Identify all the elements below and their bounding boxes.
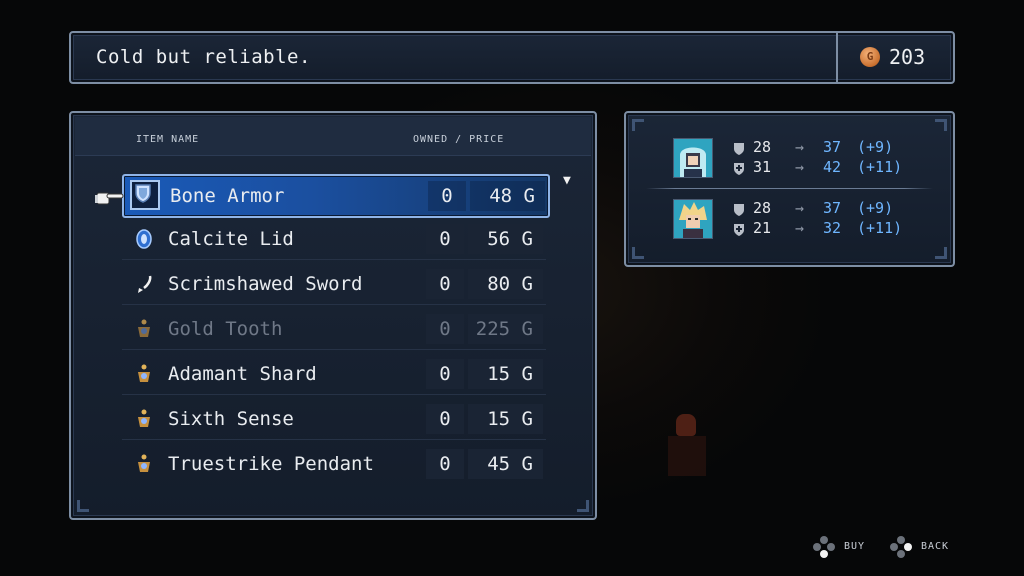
corner-ornament xyxy=(77,500,89,512)
list-header: Item name Owned / Price xyxy=(75,117,591,156)
stat-comparison-panel: 28 → 37 (+9) 31 → 42 (+11) 28 → 37 (+9) … xyxy=(624,111,955,267)
divider xyxy=(646,188,933,189)
corner-ornament xyxy=(935,119,947,131)
gamepad-buttons-icon xyxy=(812,535,836,559)
owned-count: 0 xyxy=(439,273,451,295)
price-cell: 48 G xyxy=(470,181,545,211)
armor-icon xyxy=(130,180,160,210)
owned-cell: 0 xyxy=(426,314,464,344)
character-stats: 28 → 37 (+9) 31 → 42 (+11) xyxy=(673,138,913,182)
item-name: Calcite Lid xyxy=(168,228,294,250)
list-item-unaffordable[interactable]: Gold Tooth 0 225 G xyxy=(122,309,546,350)
owned-count: 0 xyxy=(439,228,451,250)
owned-cell: 0 xyxy=(426,224,464,254)
stat-arrow: → xyxy=(795,219,805,237)
owned-count: 0 xyxy=(439,363,451,385)
gold-coin-icon: G xyxy=(860,47,880,67)
gamepad-buttons-icon xyxy=(889,535,913,559)
owned-cell: 0 xyxy=(426,449,464,479)
shield-icon xyxy=(133,228,155,250)
stat-diff: (+11) xyxy=(857,158,903,176)
gold-amount: 203 xyxy=(889,45,926,69)
buy-label: Buy xyxy=(844,541,866,552)
corner-ornament xyxy=(632,247,644,259)
stat-current: 31 xyxy=(753,158,772,176)
stat-arrow: → xyxy=(795,199,805,217)
background-brazier xyxy=(668,436,706,476)
corner-ornament xyxy=(935,247,947,259)
owned-count: 0 xyxy=(439,318,451,340)
corner-ornament xyxy=(632,119,644,131)
price-cell: 15 G xyxy=(468,359,543,389)
list-item[interactable]: Sixth Sense 0 15 G xyxy=(122,399,546,440)
price-cell: 45 G xyxy=(468,449,543,479)
stat-current: 28 xyxy=(753,199,772,217)
trinket-icon xyxy=(133,318,155,340)
stat-new: 32 xyxy=(823,219,842,237)
list-item[interactable]: Scrimshawed Sword 0 80 G xyxy=(122,264,546,305)
item-price: 15 G xyxy=(487,363,533,385)
list-item[interactable]: Adamant Shard 0 15 G xyxy=(122,354,546,395)
column-header-name: Item name xyxy=(136,134,200,145)
item-name: Scrimshawed Sword xyxy=(168,273,363,295)
pointer-hand-icon xyxy=(95,188,125,208)
list-item-selected[interactable]: Bone Armor 0 48 G xyxy=(122,174,550,218)
owned-cell: 0 xyxy=(428,181,466,211)
magic-defense-icon xyxy=(733,222,745,236)
owned-count: 0 xyxy=(439,408,451,430)
item-name: Sixth Sense xyxy=(168,408,294,430)
item-name: Gold Tooth xyxy=(168,318,283,340)
sword-icon xyxy=(133,273,155,295)
trinket-icon xyxy=(133,363,155,385)
item-price: 48 G xyxy=(489,185,535,207)
stat-diff: (+11) xyxy=(857,219,903,237)
stat-current: 21 xyxy=(753,219,772,237)
price-cell: 15 G xyxy=(468,404,543,434)
stat-new: 37 xyxy=(823,199,842,217)
owned-cell: 0 xyxy=(426,269,464,299)
magic-defense-icon xyxy=(733,161,745,175)
description-panel: Cold but reliable. G 203 xyxy=(69,31,955,84)
teal-hair-portrait xyxy=(673,138,713,178)
stat-new: 42 xyxy=(823,158,842,176)
character-stats: 28 → 37 (+9) 21 → 32 (+11) xyxy=(673,199,913,243)
physical-defense-icon xyxy=(733,202,745,216)
owned-count: 0 xyxy=(441,185,453,207)
item-price: 80 G xyxy=(487,273,533,295)
price-cell: 56 G xyxy=(468,224,543,254)
stat-arrow: → xyxy=(795,138,805,156)
stat-new: 37 xyxy=(823,138,842,156)
owned-cell: 0 xyxy=(426,404,464,434)
owned-count: 0 xyxy=(439,453,451,475)
item-description: Cold but reliable. xyxy=(96,46,311,68)
trinket-icon xyxy=(133,408,155,430)
item-name: Bone Armor xyxy=(170,185,285,207)
list-item[interactable]: Truestrike Pendant 0 45 G xyxy=(122,444,546,484)
stat-arrow: → xyxy=(795,158,805,176)
stat-diff: (+9) xyxy=(857,138,894,156)
blonde-hair-portrait xyxy=(673,199,713,239)
background-flame xyxy=(676,414,696,436)
divider xyxy=(836,33,838,82)
stat-current: 28 xyxy=(753,138,772,156)
scroll-down-icon[interactable]: ▼ xyxy=(563,173,571,188)
physical-defense-icon xyxy=(733,141,745,155)
back-label: Back xyxy=(921,541,950,552)
shop-item-list: Item name Owned / Price Bone Armor 0 48 … xyxy=(69,111,597,520)
trinket-icon xyxy=(133,453,155,475)
price-cell: 225 G xyxy=(468,314,543,344)
price-cell: 80 G xyxy=(468,269,543,299)
column-header-owned-price: Owned / Price xyxy=(413,134,505,145)
item-name: Truestrike Pendant xyxy=(168,453,374,475)
stat-diff: (+9) xyxy=(857,199,894,217)
item-price: 45 G xyxy=(487,453,533,475)
item-price: 15 G xyxy=(487,408,533,430)
owned-cell: 0 xyxy=(426,359,464,389)
item-price: 56 G xyxy=(487,228,533,250)
item-name: Adamant Shard xyxy=(168,363,317,385)
item-price: 225 G xyxy=(475,318,533,340)
list-item[interactable]: Calcite Lid 0 56 G xyxy=(122,219,546,260)
corner-ornament xyxy=(577,500,589,512)
